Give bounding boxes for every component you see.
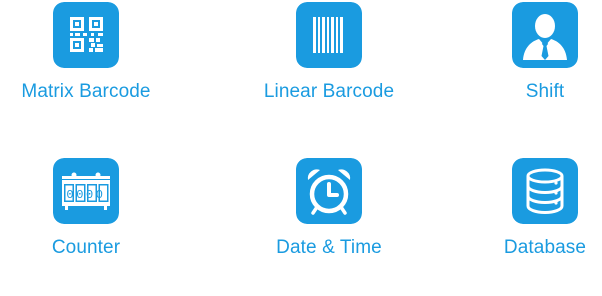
svg-text:0000: 0000 xyxy=(66,188,105,202)
feature-grid: Matrix Barcode Linear Barcode Shift 0000… xyxy=(0,0,602,296)
counter-icon: 0000 xyxy=(53,158,119,224)
tile-label: Database xyxy=(503,237,587,258)
tile-label: Shift xyxy=(525,81,565,102)
tile-date-time[interactable]: Date & Time xyxy=(234,158,424,259)
tile-linear-barcode[interactable]: Linear Barcode xyxy=(234,2,424,103)
database-icon xyxy=(512,158,578,224)
tile-label: Counter xyxy=(51,237,121,258)
tile-label: Date & Time xyxy=(276,237,382,258)
alarm-clock-icon xyxy=(296,158,362,224)
person-tie-icon xyxy=(512,2,578,68)
qr-code-icon xyxy=(53,2,119,68)
tile-shift[interactable]: Shift xyxy=(450,2,602,103)
tile-database[interactable]: Database xyxy=(450,158,602,259)
barcode-icon xyxy=(296,2,362,68)
tile-counter[interactable]: 0000 Counter xyxy=(0,158,181,259)
tile-matrix-barcode[interactable]: Matrix Barcode xyxy=(0,2,181,103)
tile-label: Matrix Barcode xyxy=(21,81,151,102)
tile-label: Linear Barcode xyxy=(263,81,395,102)
